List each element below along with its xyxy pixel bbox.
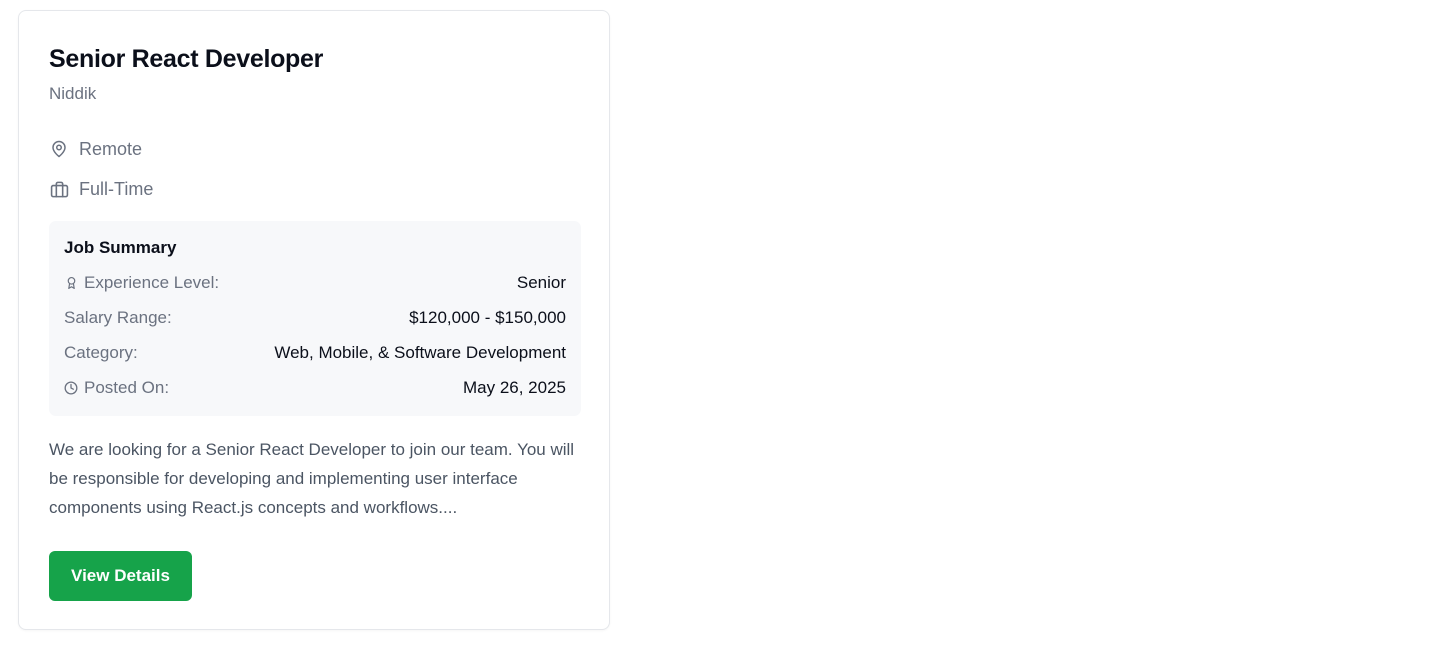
award-icon [64, 276, 78, 290]
salary-range-row: Salary Range: $120,000 - $150,000 [64, 307, 566, 329]
briefcase-icon [49, 179, 69, 199]
job-summary-panel: Job Summary Experience Level: Senior Sal… [49, 221, 581, 416]
map-pin-icon [49, 139, 69, 159]
company-name: Niddik [49, 84, 97, 103]
posted-on-label: Posted On: [84, 378, 170, 397]
job-description: We are looking for a Senior React Develo… [49, 440, 575, 517]
category-row: Category: Web, Mobile, & Software Develo… [64, 342, 566, 364]
job-title: Senior React Developer [49, 45, 324, 73]
posted-on-row: Posted On: May 26, 2025 [64, 377, 566, 399]
clock-icon [64, 381, 78, 395]
employment-type-row: Full-Time [49, 177, 153, 201]
experience-level-value: Senior [516, 273, 566, 292]
employment-type-text: Full-Time [79, 179, 154, 199]
location-row: Remote [49, 137, 142, 161]
category-label: Category: [64, 343, 138, 362]
job-card: Senior React Developer Niddik Remote Ful… [18, 10, 610, 630]
location-text: Remote [79, 139, 143, 159]
job-summary-heading: Job Summary [64, 238, 177, 257]
salary-range-label: Salary Range: [64, 308, 172, 327]
salary-range-value: $120,000 - $150,000 [409, 308, 566, 327]
experience-level-row: Experience Level: Senior [64, 272, 566, 294]
posted-on-value: May 26, 2025 [462, 378, 566, 397]
view-details-button[interactable]: View Details [49, 551, 192, 601]
experience-level-label: Experience Level: [84, 273, 220, 292]
category-value: Web, Mobile, & Software Development [274, 343, 566, 362]
